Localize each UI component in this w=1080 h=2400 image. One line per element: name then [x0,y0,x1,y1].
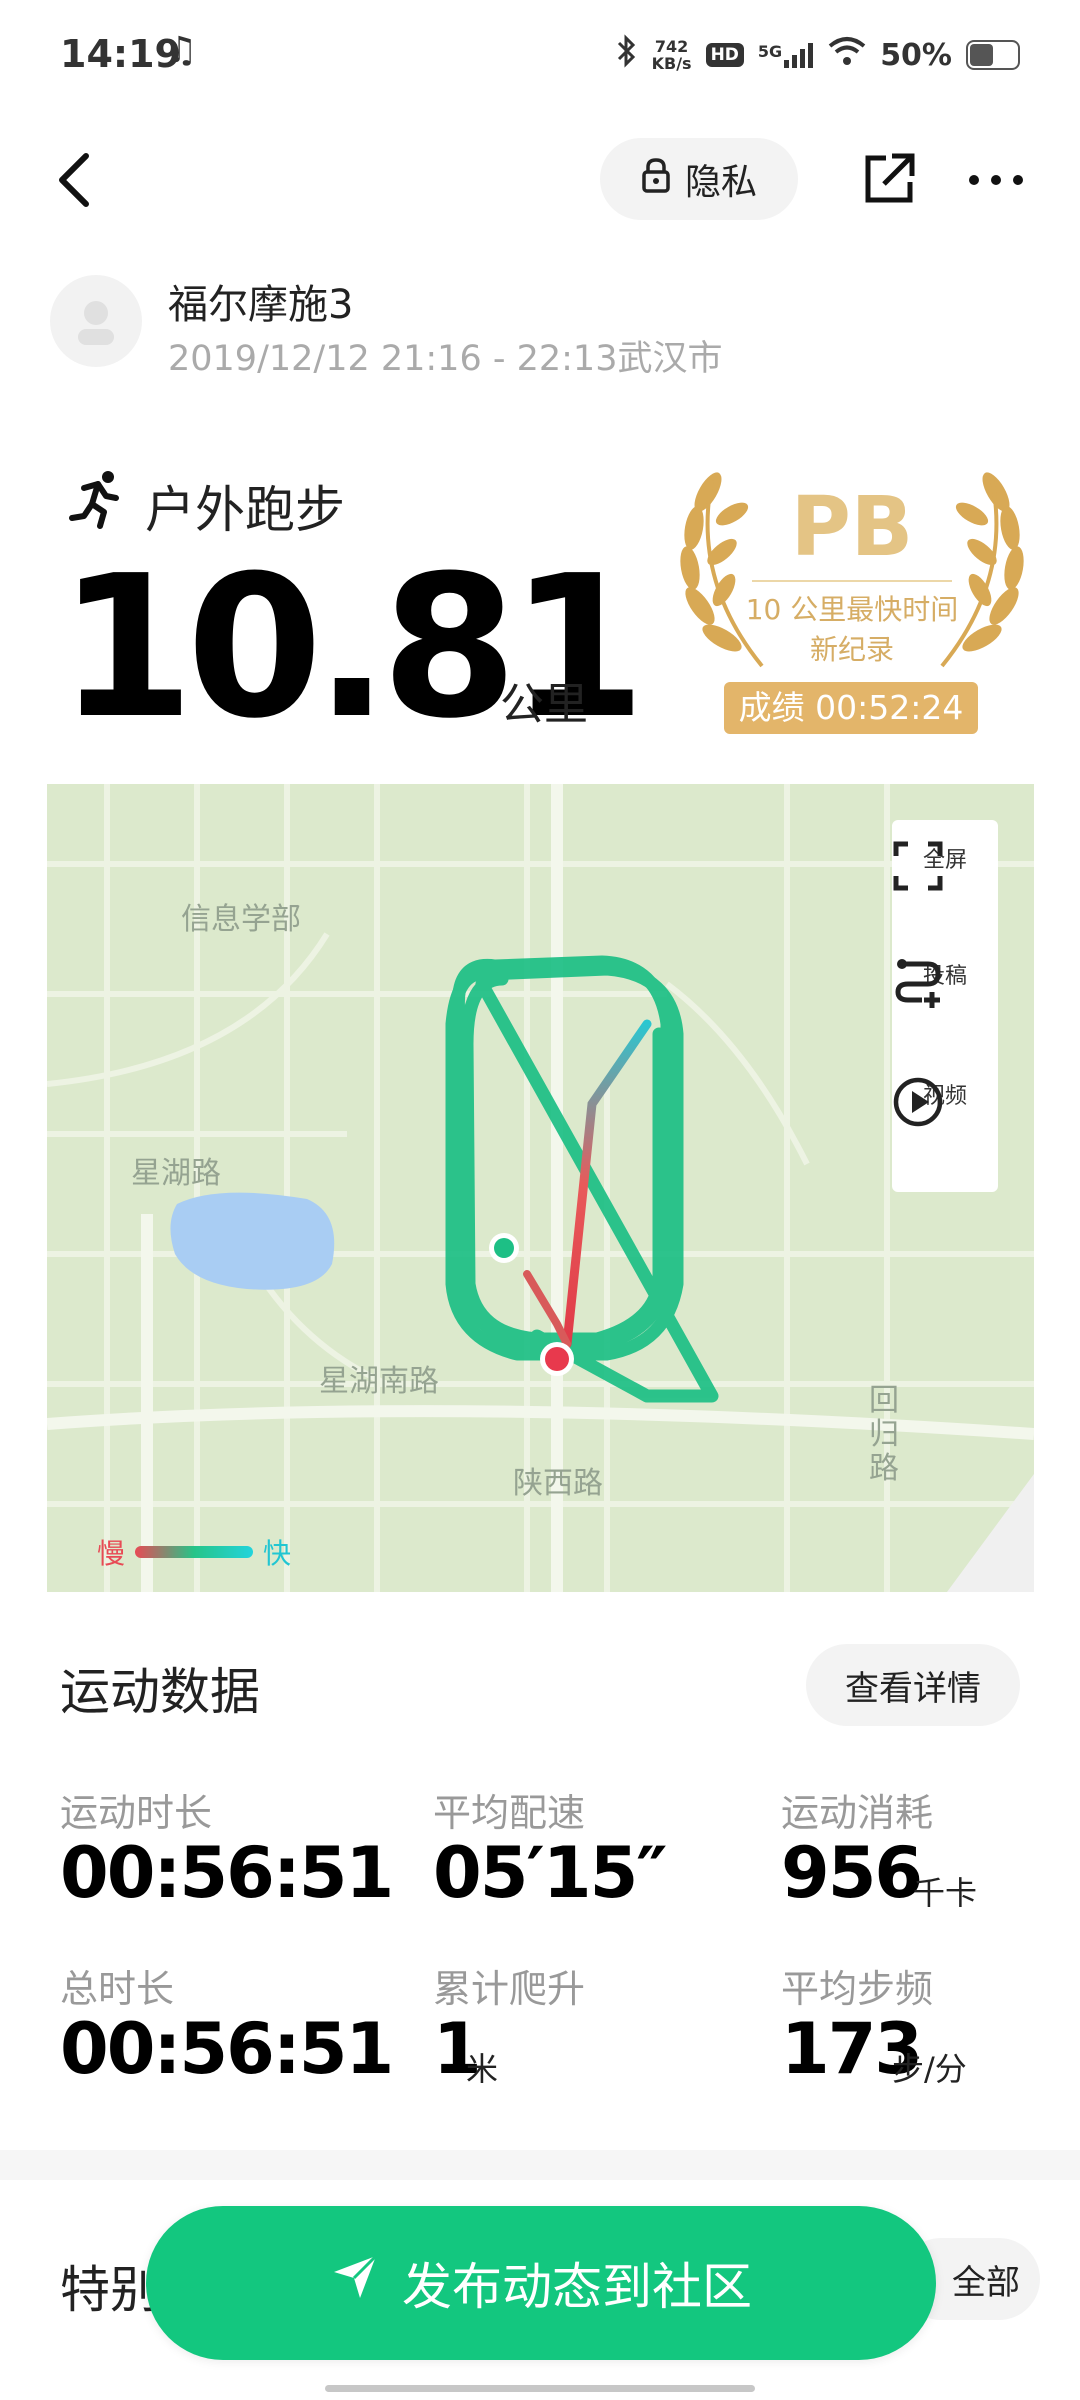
stat-unit-calories: 千卡 [913,1874,978,1912]
stat-value-duration: 00:56:51 [60,1832,394,1914]
publish-label: 发布动态到社区 [402,2258,752,2316]
distance-unit: 公里 [500,679,588,730]
stat-unit-cadence: 步/分 [892,2050,967,2088]
pb-badge[interactable]: PB 10 公里最快时间 新纪录 成绩 00:52:24 [672,470,1032,740]
hd-badge: HD [705,43,744,67]
submit-route-button[interactable]: 投稿 [892,956,998,1008]
pb-title: PB [790,480,914,575]
stat-value-pace: 05′15″ [433,1832,668,1914]
section-title: 运动数据 [60,1663,260,1721]
pace-legend: 慢 快 [97,1532,291,1572]
legend-gradient [135,1546,254,1558]
stat-label-duration: 运动时长 [60,1791,213,1835]
map-label-xinghu-south: 星湖南路 [319,1364,439,1399]
activity-type: 户外跑步 [145,481,345,539]
stat-value-calories: 956 [781,1832,923,1914]
route-map[interactable]: 信息学部 星湖路 星湖南路 陕西路 回归路 全屏 投稿 视频 慢 快 [47,784,1034,1592]
music-icon: ♫ [165,30,198,71]
more-icon [966,175,1026,204]
stat-label-calories: 运动消耗 [781,1791,934,1835]
more-button[interactable] [966,160,1026,200]
signal-5g-icon: 5G [758,42,814,68]
stat-unit-climb: 米 [466,2050,499,2088]
net-speed: 742 KB/s [652,38,692,72]
battery-icon [966,40,1020,70]
bluetooth-icon [616,34,638,76]
map-label-xinghu: 星湖路 [131,1156,221,1191]
status-icons: 742 KB/s HD 5G 50% [616,30,1020,80]
pb-new-record: 新纪录 [809,633,894,666]
pb-description: 10 公里最快时间 [745,593,959,626]
stat-value-total-time: 00:56:51 [60,2008,394,2090]
stat-label-pace: 平均配速 [433,1791,586,1835]
map-label-xinxi: 信息学部 [181,902,301,937]
battery-percent: 50% [880,37,952,73]
pb-result: 成绩 00:52:24 [724,682,978,734]
legend-fast: 快 [263,1537,292,1570]
avatar[interactable] [50,275,142,367]
section-divider [0,2150,1080,2180]
running-icon [64,468,126,530]
privacy-label: 隐私 [684,162,757,203]
status-bar: 14:19 ♫ 742 KB/s HD 5G 50% [0,0,1080,110]
privacy-button[interactable]: 隐私 [600,138,798,220]
lock-icon [641,157,671,202]
video-button[interactable]: 视频 [892,1076,998,1127]
send-icon [330,2252,380,2314]
share-button[interactable] [860,148,920,208]
legend-slow: 慢 [97,1537,126,1570]
network-type: 5G [757,42,783,61]
view-details-button[interactable]: 查看详情 [806,1644,1020,1726]
stat-label-total-time: 总时长 [60,1967,175,2011]
map-label-shanxi: 陕西路 [513,1466,603,1501]
stat-label-cadence: 平均步频 [781,1967,934,2011]
pb-divider [752,580,952,582]
wifi-icon [828,36,866,74]
workout-datetime-location: 2019/12/12 21:16 - 22:13武汉市 [168,339,723,379]
home-indicator[interactable] [325,2385,755,2392]
net-speed-unit: KB/s [651,54,692,73]
publish-to-community-button[interactable]: 发布动态到社区 [146,2206,936,2360]
stat-label-climb: 累计爬升 [433,1967,586,2011]
map-label-huigui: 回归路 [869,1383,899,1486]
map-toolbar: 全屏 投稿 视频 [892,820,998,1192]
user-name[interactable]: 福尔摩施3 [168,272,353,330]
special-section-title: 特别 [60,2261,160,2319]
share-icon [860,153,920,212]
fullscreen-button[interactable]: 全屏 [892,840,998,891]
back-button[interactable] [52,150,102,210]
status-time: 14:19 [60,32,181,76]
